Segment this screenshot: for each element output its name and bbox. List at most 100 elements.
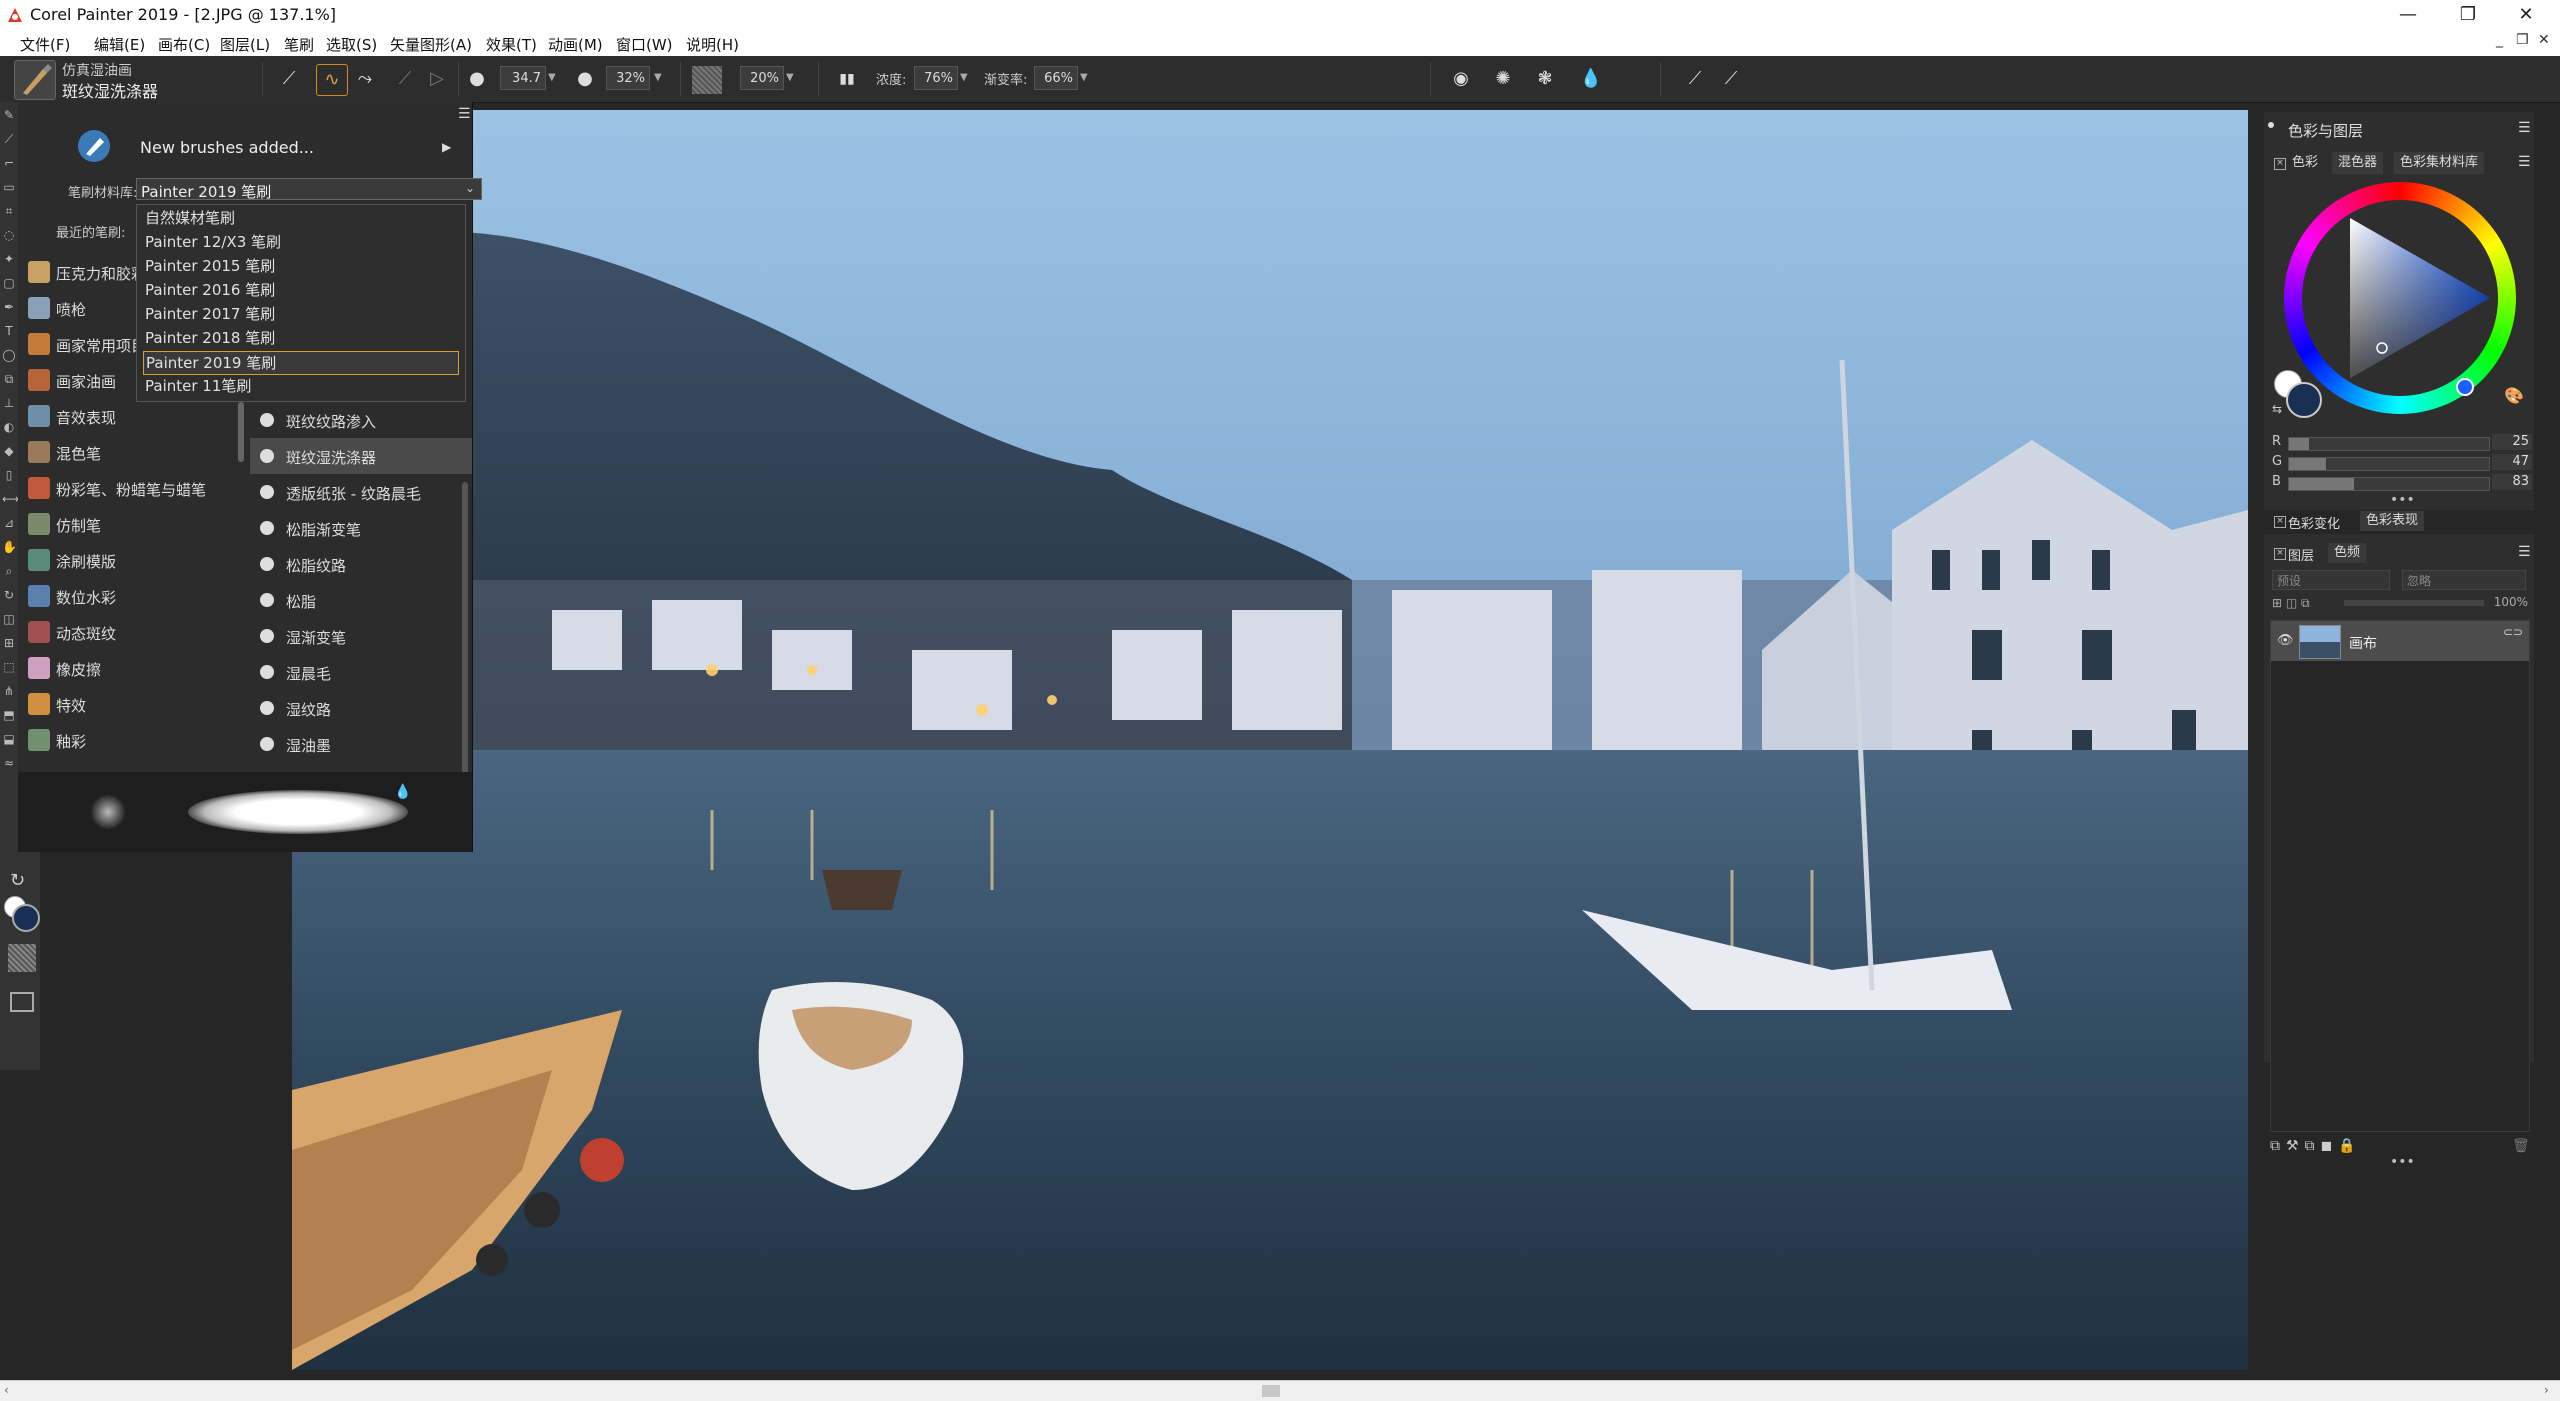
main-color-swatch[interactable] [12,904,40,932]
tool-rubber-stamp-icon[interactable]: ⊥ [2,396,16,410]
brush-category-item[interactable]: 仿制笔 [22,506,232,542]
brush-variant-item[interactable]: 透版纸张 - 纹路晨毛 [250,474,472,510]
brush-category-item[interactable]: 釉彩 [22,722,232,758]
brush-variant-item[interactable]: 斑纹纹路渗入 [250,402,472,438]
library-option[interactable]: 自然媒材笔刷 [143,207,457,229]
tool-transform-icon[interactable]: ▭ [2,180,16,194]
library-option-selected[interactable]: Painter 2019 笔刷 [143,351,459,375]
tool-layer-adjuster-icon[interactable]: ⌐ [2,156,16,170]
freehand-stroke-icon[interactable]: ∿ [316,64,348,96]
brush-category-item[interactable]: 混色笔 [22,434,232,470]
tool-text-icon[interactable]: T [2,324,16,338]
layer-opacity-slider[interactable] [2344,600,2484,606]
tool-cloner-icon[interactable]: ⧉ [2,372,16,386]
tab-layers[interactable]: 图层 [2288,545,2314,564]
mdi-minimize-button[interactable]: _ [2496,32,2503,48]
tool-brush-icon[interactable]: ✎ [2,108,16,122]
tab-channels[interactable]: 色频 [2328,543,2367,563]
tool-paint-bucket-icon[interactable]: ◆ [2,444,16,458]
brush-variant-item[interactable]: 斑纹湿洗涤器 [250,438,472,474]
tab-color-expression[interactable]: 色彩表现 [2360,511,2425,531]
collapse-icon[interactable]: × [2274,548,2286,560]
menu-movie[interactable]: 动画(M) [548,34,603,55]
library-option[interactable]: Painter 12/X3 笔刷 [143,231,457,253]
brush-category-item[interactable]: 动态斑纹 [22,614,232,650]
new-brushes-arrow-icon[interactable]: ▶ [442,140,451,154]
clone-color-icon[interactable]: 🎨 [2504,386,2524,405]
collapse-icon[interactable]: × [2274,158,2286,170]
dynamic-speckles-icon[interactable]: ❃ [1530,64,1560,94]
scroll-thumb[interactable] [1262,1385,1280,1397]
brush-calibration-icon[interactable]: ◉ [1446,64,1476,94]
size-field[interactable]: 34.7 [500,66,546,90]
blue-slider[interactable] [2288,477,2490,491]
library-option[interactable]: Painter 2016 笔刷 [143,279,457,301]
composite-method-select[interactable]: 预设 [2272,570,2390,590]
scroll-left-icon[interactable]: ‹ [4,1383,9,1397]
menu-layers[interactable]: 图层(L) [220,34,270,55]
tool-shape-icon[interactable]: ◯ [2,348,16,362]
size-dropdown-arrow[interactable]: ▼ [548,72,556,83]
tool-lasso-icon[interactable]: ◌ [2,228,16,242]
brush-selector-button[interactable] [14,60,56,100]
brush-variant-item[interactable]: 松脂 [250,582,472,618]
brush-category-item[interactable]: 粉彩笔、粉蜡笔与蜡笔 [22,470,232,506]
rotate-reset-icon[interactable]: ↻ [10,870,25,891]
tool-grabber-icon[interactable]: ✋ [2,540,17,554]
menu-canvas[interactable]: 画布(C) [158,34,210,55]
tab-color[interactable]: 色彩 [2286,152,2324,174]
menu-shapes[interactable]: 矢量图形(A) [390,34,472,55]
brush-variant-item[interactable]: 湿纹路 [250,690,472,726]
brush-tool-icon[interactable]: ⟋ [274,64,304,94]
reset-tool-icon[interactable]: ▷ [422,64,452,94]
eye-icon[interactable]: 👁 [2277,633,2294,648]
red-value[interactable]: 25 [2492,434,2532,450]
collapse-icon[interactable]: × [2274,516,2286,528]
brush-ghost-icon[interactable]: ⟋ [1680,64,1710,94]
density-dropdown-arrow[interactable]: ▼ [960,72,968,83]
layers-menu-icon[interactable]: ☰ [2518,544,2531,560]
hue-ring-handle[interactable] [2456,378,2474,396]
green-value[interactable]: 47 [2492,454,2532,470]
more-options-icon[interactable]: ••• [2390,1154,2415,1170]
blend-dropdown-arrow[interactable]: ▼ [1080,72,1088,83]
opacity-dropdown-arrow[interactable]: ▼ [654,72,662,83]
tool-mirror-icon[interactable]: ⟷ [2,492,19,506]
layer-actions-icons[interactable]: ⧉⚒⧉◼🔒 [2270,1138,2362,1154]
blend-field[interactable]: 66% [1034,66,1078,90]
menu-edit[interactable]: 编辑(E) [94,34,145,55]
green-slider[interactable] [2288,457,2490,471]
category-scrollbar[interactable] [238,402,244,462]
tool-magic-wand-icon[interactable]: ✦ [2,252,16,266]
layer-opacity-value[interactable]: 100% [2488,595,2528,611]
layer-row[interactable]: 👁 画布 ⊂⊃ [2271,621,2529,661]
brush-category-item[interactable]: 涂刷模版 [22,542,232,578]
tool-warp-icon[interactable]: ≈ [2,756,16,770]
blue-value[interactable]: 83 [2492,474,2532,490]
dab-preview-icon[interactable]: ✺ [1488,64,1518,94]
brush-variant-item[interactable]: 湿晨毛 [250,654,472,690]
tool-dropper-icon[interactable]: ⟋ [2,132,16,146]
density-field[interactable]: 76% [914,66,958,90]
brush-category-item[interactable]: 数位水彩 [22,578,232,614]
mdi-restore-button[interactable]: ❐ [2516,32,2529,48]
scroll-right-icon[interactable]: › [2544,1383,2549,1397]
library-option[interactable]: Painter 11笔刷 [143,375,457,397]
document-canvas[interactable] [292,110,2248,1370]
mdi-close-button[interactable]: ✕ [2538,32,2550,48]
more-options-icon[interactable]: ••• [2390,492,2415,508]
tool-composition-icon[interactable]: ⬚ [2,660,16,674]
brush-variant-item[interactable]: 松脂渐变笔 [250,510,472,546]
library-select[interactable]: Painter 2019 笔刷 ⌄ [136,178,482,201]
tool-perspective-icon[interactable]: ⊿ [2,516,16,530]
swap-colors-icon[interactable]: ⇆ [2272,402,2282,416]
menu-select[interactable]: 选取(S) [326,34,377,55]
tool-divine-proportion-icon[interactable]: ◫ [2,612,16,626]
menu-file[interactable]: 文件(F) [20,34,70,55]
preserve-mode-select[interactable]: 忽略 [2402,570,2526,590]
brush-variant-item[interactable]: 湿油墨 [250,726,472,762]
layer-options-icons[interactable]: ⊞ ◫ ⧉ [2272,596,2310,611]
variant-scrollbar[interactable] [462,482,468,782]
menu-effects[interactable]: 效果(T) [486,34,537,55]
menu-brushes[interactable]: 笔刷 [284,34,314,55]
